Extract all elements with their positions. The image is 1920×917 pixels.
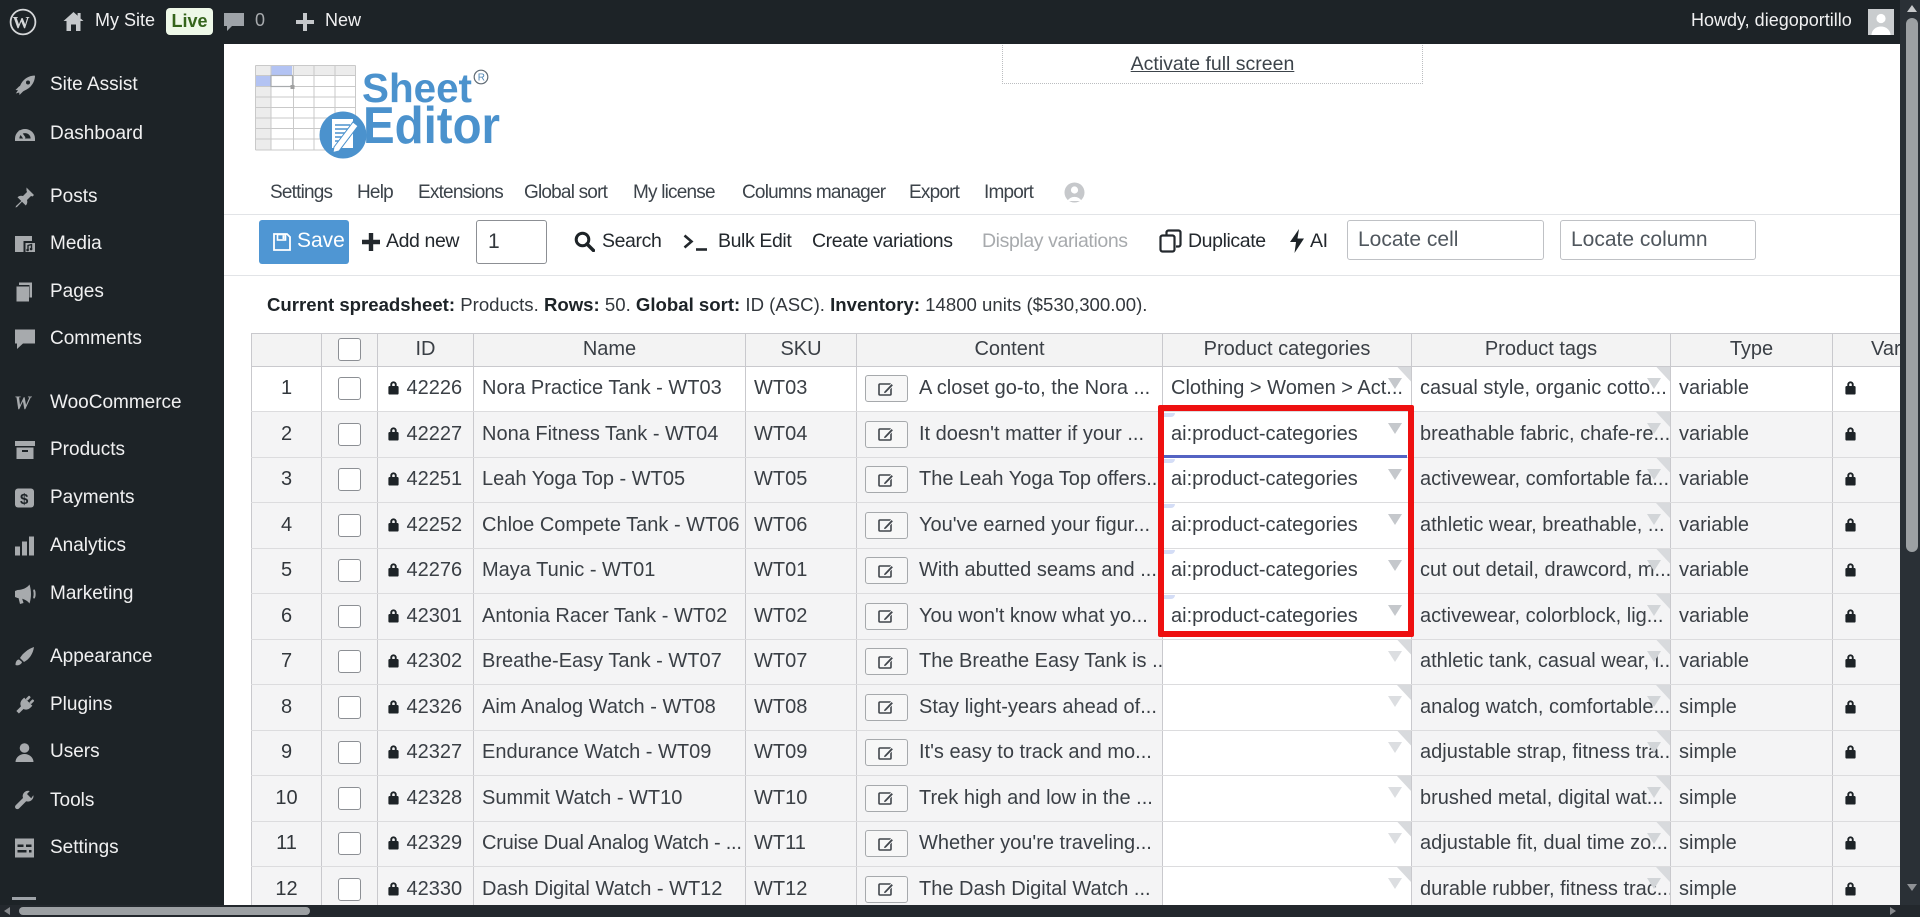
svg-text:W: W xyxy=(14,393,32,414)
svg-text:Editor: Editor xyxy=(363,97,500,155)
svg-text:W: W xyxy=(13,13,30,32)
svg-text:$: $ xyxy=(20,491,29,508)
svg-text:R: R xyxy=(478,73,485,84)
